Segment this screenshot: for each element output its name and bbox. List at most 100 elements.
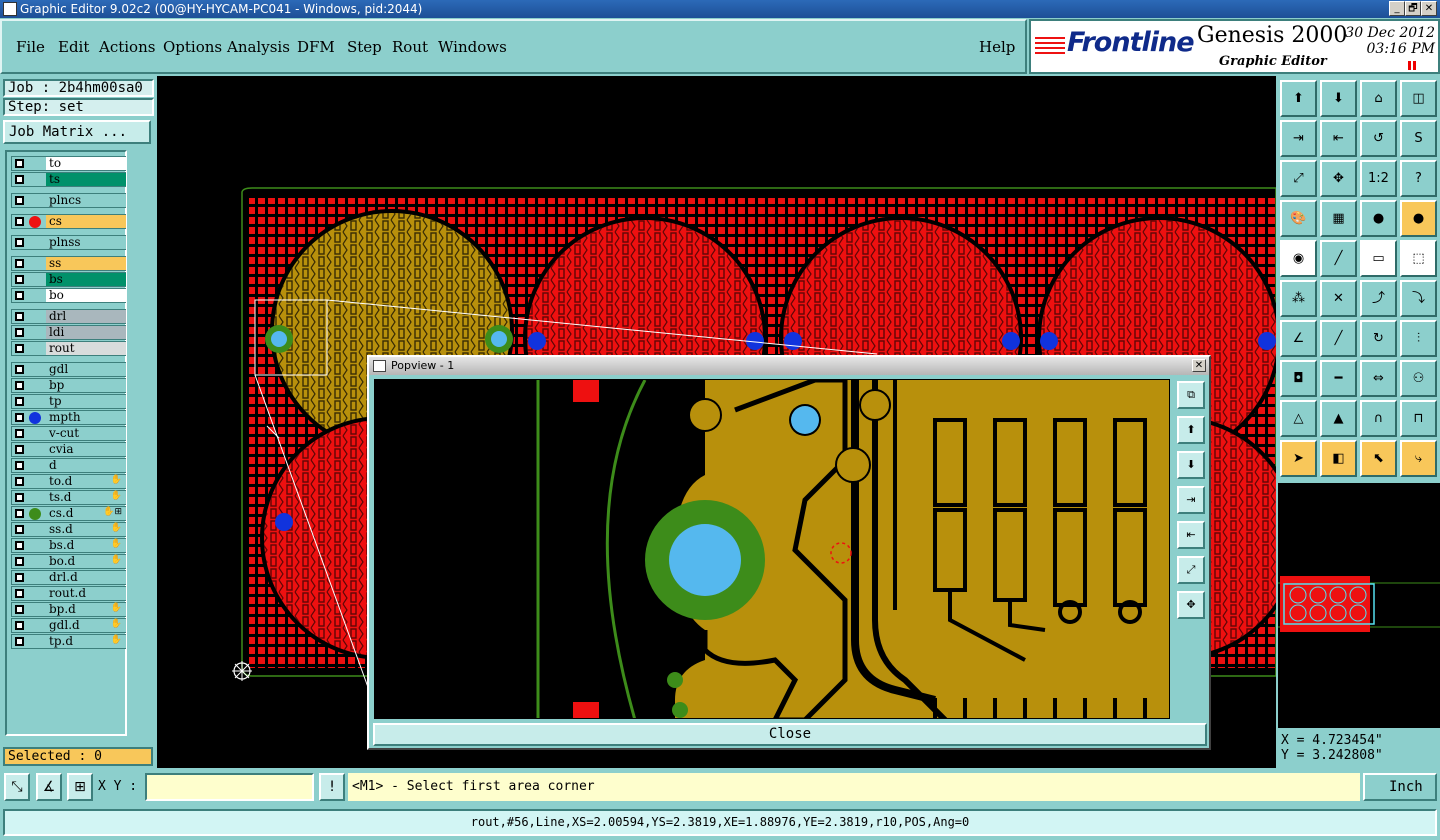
layer-row[interactable]: tp.d ✋ xyxy=(11,634,126,649)
warning-icon[interactable]: ! xyxy=(319,773,345,801)
layers-color-icon[interactable]: ● xyxy=(1360,200,1397,237)
minus-icon[interactable]: ━ xyxy=(1320,360,1357,397)
layer-checkbox[interactable] xyxy=(15,312,24,321)
layer-checkbox[interactable] xyxy=(15,445,24,454)
slash-icon[interactable]: ╱ xyxy=(1320,320,1357,357)
pointer-icon[interactable]: ➤ xyxy=(1280,440,1317,477)
menu-dfm[interactable]: DFM xyxy=(297,38,335,56)
circles-icon[interactable]: ⚇ xyxy=(1400,360,1437,397)
layer-checkbox[interactable] xyxy=(15,525,24,534)
cross-icon[interactable]: ✕ xyxy=(1320,280,1357,317)
layer-row[interactable]: cvia xyxy=(11,442,126,457)
layer-checkbox[interactable] xyxy=(15,461,24,470)
arch-icon[interactable]: ∩ xyxy=(1360,400,1397,437)
open-step-icon[interactable]: ⬆ xyxy=(1280,80,1317,117)
layers-active-icon[interactable]: ● xyxy=(1400,200,1437,237)
layer-checkbox[interactable] xyxy=(15,365,24,374)
save-icon[interactable]: ⬇ xyxy=(1320,80,1357,117)
popview-close-button[interactable]: Close xyxy=(373,723,1207,746)
layer-checkbox[interactable] xyxy=(15,621,24,630)
layer-checkbox[interactable] xyxy=(15,397,24,406)
menu-actions[interactable]: Actions xyxy=(99,38,155,56)
layer-row[interactable]: bo.d ✋ xyxy=(11,554,126,569)
window-split-icon[interactable]: ◫ xyxy=(1400,80,1437,117)
layer-row[interactable]: bp.d ✋ xyxy=(11,602,126,617)
layer-row[interactable]: gdl.d ✋ xyxy=(11,618,126,633)
pad-add-icon[interactable]: ◉ xyxy=(1280,240,1317,277)
triangle-icon[interactable]: △ xyxy=(1280,400,1317,437)
angle-icon[interactable]: ∠ xyxy=(1280,320,1317,357)
layer-checkbox[interactable] xyxy=(15,493,24,502)
layer-checkbox[interactable] xyxy=(15,413,24,422)
layer-row[interactable]: plncs xyxy=(11,193,126,208)
minimize-button[interactable]: _ xyxy=(1389,1,1405,16)
menu-edit[interactable]: Edit xyxy=(58,38,89,56)
arch-split-icon[interactable]: ⊓ xyxy=(1400,400,1437,437)
layer-row[interactable]: ts xyxy=(11,172,126,187)
triangle-a-icon[interactable]: ▲ xyxy=(1320,400,1357,437)
measure-icon[interactable]: ⇔ xyxy=(1360,360,1397,397)
angle-snap-icon[interactable]: ∡ xyxy=(36,773,62,801)
palette-icon[interactable]: 🎨 xyxy=(1280,200,1317,237)
menu-help[interactable]: Help xyxy=(979,38,1015,56)
layer-row[interactable]: cs.d ✋⊞ xyxy=(11,506,126,521)
popview-tool-icon[interactable]: ⇤ xyxy=(1177,521,1205,549)
layer-row[interactable]: ss.d ✋ xyxy=(11,522,126,537)
layer-checkbox[interactable] xyxy=(15,381,24,390)
layer-checkbox[interactable] xyxy=(15,217,24,226)
popview-close-x-button[interactable]: ✕ xyxy=(1192,359,1206,372)
units-selector[interactable]: Inch ▬ xyxy=(1363,773,1437,819)
select-arrow-icon[interactable]: ⬉ xyxy=(1360,440,1397,477)
flip-icon[interactable]: ↺ xyxy=(1360,120,1397,157)
layer-checkbox[interactable] xyxy=(15,605,24,614)
layer-row[interactable]: plnss xyxy=(11,235,126,250)
layer-checkbox[interactable] xyxy=(15,344,24,353)
zoom-center-icon[interactable]: ✥ xyxy=(1320,160,1357,197)
snap-mode-icon[interactable]: ⤡ xyxy=(4,773,30,801)
shape-add-icon[interactable]: ◘ xyxy=(1280,360,1317,397)
layer-row[interactable]: bs.d ✋ xyxy=(11,538,126,553)
popview-tool-icon[interactable]: ⇥ xyxy=(1177,486,1205,514)
layer-checkbox[interactable] xyxy=(15,541,24,550)
job-matrix-button[interactable]: Job Matrix ... xyxy=(3,120,151,144)
menu-analysis[interactable]: Analysis xyxy=(227,38,290,56)
layer-row[interactable]: to xyxy=(11,156,126,171)
layer-row[interactable]: bo xyxy=(11,288,126,303)
menu-file[interactable]: File xyxy=(16,38,45,56)
layer-row[interactable]: mpth xyxy=(11,410,126,425)
layer-row[interactable]: tp xyxy=(11,394,126,409)
layer-checkbox[interactable] xyxy=(15,429,24,438)
popview-tool-icon[interactable]: ⬆ xyxy=(1177,416,1205,444)
layer-checkbox[interactable] xyxy=(15,573,24,582)
menu-step[interactable]: Step xyxy=(347,38,382,56)
grid-snap-icon[interactable]: ⊞ xyxy=(67,773,93,801)
line-add-icon[interactable]: ╱ xyxy=(1320,240,1357,277)
layer-checkbox[interactable] xyxy=(15,557,24,566)
ratio-icon[interactable]: 1:2 xyxy=(1360,160,1397,197)
arc-icon[interactable]: ↻ xyxy=(1360,320,1397,357)
layer-checkbox[interactable] xyxy=(15,259,24,268)
help-query-icon[interactable]: ? xyxy=(1400,160,1437,197)
layer-checkbox[interactable] xyxy=(15,589,24,598)
layer-row[interactable]: v-cut xyxy=(11,426,126,441)
popview-canvas[interactable] xyxy=(374,379,1170,719)
menu-windows[interactable]: Windows xyxy=(438,38,507,56)
close-window-button[interactable]: ✕ xyxy=(1421,1,1437,16)
ruler-icon[interactable]: ▭ xyxy=(1360,240,1397,277)
move-point-icon[interactable]: ⤴ xyxy=(1360,280,1397,317)
dotted-rect-icon[interactable]: ⬚ xyxy=(1400,240,1437,277)
move-arrow-icon[interactable]: ⤵ xyxy=(1400,280,1437,317)
layer-checkbox[interactable] xyxy=(15,196,24,205)
overview-window[interactable] xyxy=(1278,483,1440,728)
connect-icon[interactable]: ⁂ xyxy=(1280,280,1317,317)
layer-row[interactable]: to.d ✋ xyxy=(11,474,126,489)
layer-row[interactable]: rout.d xyxy=(11,586,126,601)
net-select-icon[interactable]: ⤷ xyxy=(1400,440,1437,477)
layer-checkbox[interactable] xyxy=(15,328,24,337)
layer-checkbox[interactable] xyxy=(15,477,24,486)
layer-checkbox[interactable] xyxy=(15,238,24,247)
xy-input[interactable] xyxy=(145,773,314,801)
maximize-button[interactable]: 🗗 xyxy=(1405,1,1421,16)
layer-row[interactable]: gdl xyxy=(11,362,126,377)
layer-row[interactable]: drl.d xyxy=(11,570,126,585)
